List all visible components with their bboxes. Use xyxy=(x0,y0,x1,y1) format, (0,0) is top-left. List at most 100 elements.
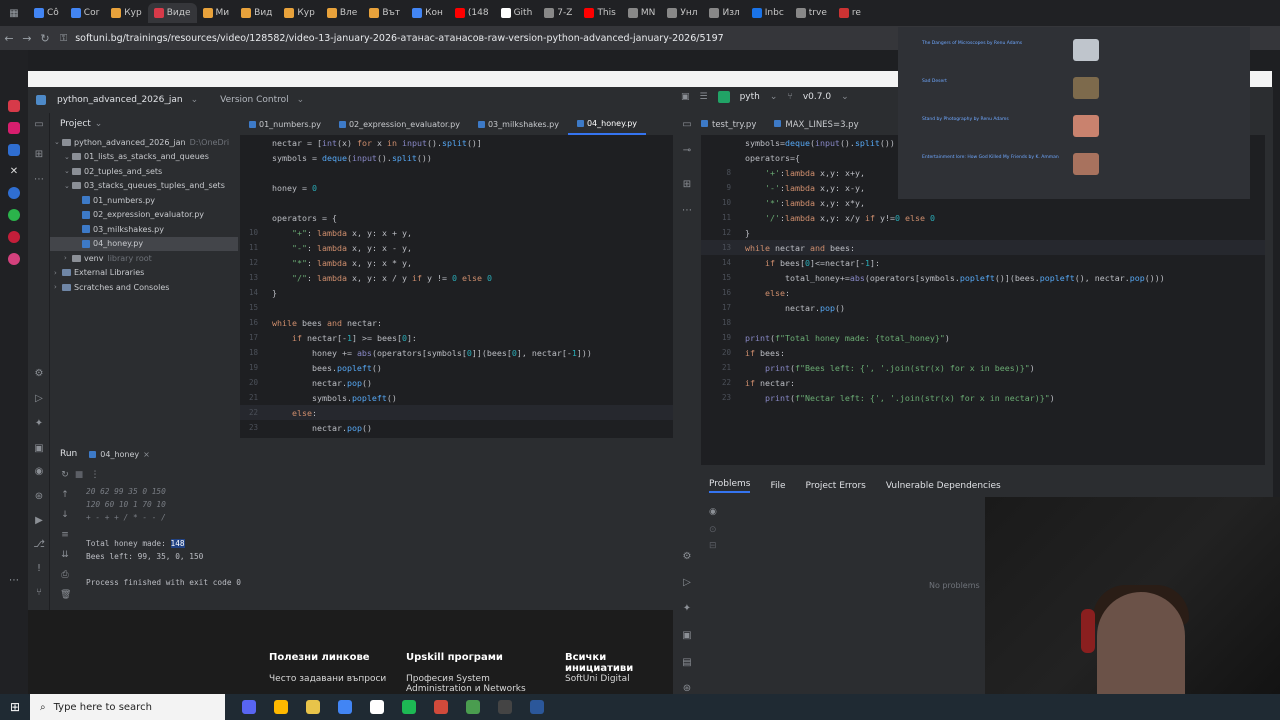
reload-icon[interactable]: ↻ xyxy=(36,32,54,45)
code-line[interactable]: 20 if bees: xyxy=(701,345,1265,360)
menu-icon[interactable]: ☰ xyxy=(700,92,708,102)
code-line[interactable]: 11 '/':lambda x,y: x/y if y!=0 else 0 xyxy=(701,210,1265,225)
editor-tab[interactable]: 04_honey.py xyxy=(567,113,647,135)
taskbar-app-icon[interactable] xyxy=(361,700,393,714)
browser-tab[interactable]: Кур xyxy=(105,3,147,23)
browser-tab[interactable]: Cor xyxy=(65,3,106,23)
code-line[interactable]: 21 symbols.popleft() xyxy=(240,390,673,405)
console-icon[interactable]: ◉ xyxy=(33,466,45,478)
problems-tab[interactable]: Problems xyxy=(709,479,751,493)
problems-tab[interactable]: Vulnerable Dependencies xyxy=(886,481,1001,491)
tree-item[interactable]: › External Libraries xyxy=(50,266,238,281)
browser-tab[interactable]: Inbc xyxy=(746,3,790,23)
browser-tab[interactable]: Вид xyxy=(235,3,278,23)
tree-item[interactable]: › venv library root xyxy=(50,251,238,266)
code-area[interactable]: nectar = [int(x) for x in input().split(… xyxy=(240,135,673,435)
taskbar-app-icon[interactable] xyxy=(393,700,425,714)
browser-tab[interactable]: Ми xyxy=(197,3,236,23)
code-line[interactable]: 18 honey += abs(operators[symbols[0]](be… xyxy=(240,345,673,360)
tree-item[interactable]: › Scratches and Consoles xyxy=(50,280,238,295)
code-line[interactable]: 22 else: xyxy=(240,405,673,420)
more-tools-icon[interactable]: ⋯ xyxy=(681,205,693,217)
phone-icon[interactable] xyxy=(8,187,20,199)
editor-tab[interactable]: test_try.py xyxy=(701,120,756,130)
footer-link[interactable]: Често задавани въпроси xyxy=(269,674,386,684)
browser-tab[interactable]: 7-Z xyxy=(538,3,578,23)
terminal-icon[interactable]: ▣ xyxy=(33,443,45,455)
folder-icon[interactable]: ▭ xyxy=(33,119,45,131)
instagram-icon[interactable] xyxy=(8,253,20,265)
youtube-icon[interactable] xyxy=(8,100,20,112)
print-icon[interactable]: ⎙ xyxy=(60,570,70,580)
browser-tab[interactable]: (148 xyxy=(449,3,495,23)
code-line[interactable]: 23 print(f"Nectar left: {', '.join(str(x… xyxy=(701,390,1265,405)
tree-item[interactable]: 02_expression_evaluator.py xyxy=(50,208,238,223)
browser-tab[interactable]: re xyxy=(833,3,867,23)
more-icon[interactable]: ⋯ xyxy=(9,575,19,586)
code-line[interactable]: 14 if bees[0]<=nectar[-1]: xyxy=(701,255,1265,270)
code-line[interactable]: 17 if nectar[-1] >= bees[0]: xyxy=(240,330,673,345)
code-line[interactable]: 21 print(f"Bees left: {', '.join(str(x) … xyxy=(701,360,1265,375)
browser-tab[interactable]: Gith xyxy=(495,3,539,23)
code-line[interactable]: 19 bees.popleft() xyxy=(240,360,673,375)
feed-item[interactable]: Sad Desert xyxy=(922,79,1072,85)
branch-name[interactable]: v0.7.0 xyxy=(803,92,831,102)
pinterest-icon[interactable] xyxy=(8,231,20,243)
browser-tab[interactable]: Вът xyxy=(363,3,406,23)
problems-icon[interactable]: ⊛ xyxy=(33,491,45,503)
tree-item[interactable]: ⌄ 03_stacks_queues_tuples_and_sets xyxy=(50,179,238,194)
editor-tab[interactable]: 01_numbers.py xyxy=(240,113,330,135)
taskbar-app-icon[interactable] xyxy=(329,700,361,714)
tree-item[interactable]: 03_milkshakes.py xyxy=(50,222,238,237)
tree-item[interactable]: ⌄ python_advanced_2026_jan D:\OneDri xyxy=(50,135,238,150)
folder-icon[interactable]: ▭ xyxy=(681,119,693,131)
down-icon[interactable]: ↓ xyxy=(60,510,70,520)
code-line[interactable]: 16 else: xyxy=(701,285,1265,300)
browser-tab[interactable]: Вле xyxy=(321,3,363,23)
taskbar-app-icon[interactable] xyxy=(457,700,489,714)
more-tools-icon[interactable]: ⋯ xyxy=(33,174,45,186)
more-icon[interactable]: ⋮ xyxy=(90,470,100,480)
url-field[interactable]: softuni.bg/trainings/resources/video/128… xyxy=(75,33,723,44)
problems-tab[interactable]: File xyxy=(770,481,785,491)
screen-icon[interactable]: ▣ xyxy=(681,92,690,102)
code-line[interactable]: 16 while bees and nectar: xyxy=(240,315,673,330)
code-line[interactable]: 12 "*": lambda x, y: x * y, xyxy=(240,255,673,270)
git-icon[interactable]: ⎇ xyxy=(33,539,45,551)
filter-icon[interactable]: ⊙ xyxy=(709,525,717,535)
tree-item[interactable]: ⌄ 02_tuples_and_sets xyxy=(50,164,238,179)
close-icon[interactable]: × xyxy=(143,450,150,459)
back-icon[interactable]: ← xyxy=(0,32,18,45)
commit-icon[interactable]: ⊸ xyxy=(681,145,693,157)
python-packages-icon[interactable]: ⚙ xyxy=(33,368,45,380)
taskbar-app-icon[interactable] xyxy=(489,700,521,714)
stop-icon[interactable]: ■ xyxy=(74,470,84,480)
eye-icon[interactable]: ◉ xyxy=(709,507,717,517)
code-line[interactable]: 18 xyxy=(701,315,1265,330)
console-icon[interactable]: ▤ xyxy=(681,657,693,669)
tree-item[interactable]: 04_honey.py xyxy=(50,236,238,251)
start-icon[interactable]: ⊞ xyxy=(0,700,30,714)
feed-item[interactable]: Stand by Photography by Renu Adams xyxy=(922,117,1072,123)
taskbar-app-icon[interactable] xyxy=(233,700,265,714)
editor-tab[interactable]: MAX_LINES=3.py xyxy=(774,120,859,130)
run-icon[interactable]: ▷ xyxy=(681,577,693,589)
code-line[interactable]: 15 xyxy=(240,300,673,315)
browser-tab[interactable]: This xyxy=(578,3,621,23)
browser-tab[interactable]: Виде xyxy=(147,3,197,23)
code-line[interactable]: nectar = [int(x) for x in input().split(… xyxy=(240,135,673,150)
browser-tab[interactable]: Со̂ xyxy=(28,3,65,23)
project-label[interactable]: Project xyxy=(60,119,91,129)
trash-icon[interactable]: 🗑 xyxy=(60,590,71,600)
footer-link[interactable]: Професия System Administration и Network… xyxy=(406,674,546,694)
forward-icon[interactable]: → xyxy=(18,32,36,45)
branch-icon[interactable]: ⑂ xyxy=(33,587,45,599)
code-line[interactable]: 13 "/": lambda x, y: x / y if y != 0 els… xyxy=(240,270,673,285)
browser-tab[interactable]: Кур xyxy=(278,3,320,23)
workspace-icon[interactable]: ▦ xyxy=(0,8,28,19)
tree-item[interactable]: 01_numbers.py xyxy=(50,193,238,208)
browser-tab[interactable]: trve xyxy=(790,3,833,23)
code-line[interactable]: 17 nectar.pop() xyxy=(701,300,1265,315)
browser-tab[interactable]: Изл xyxy=(703,3,745,23)
taskbar-app-icon[interactable] xyxy=(297,700,329,714)
